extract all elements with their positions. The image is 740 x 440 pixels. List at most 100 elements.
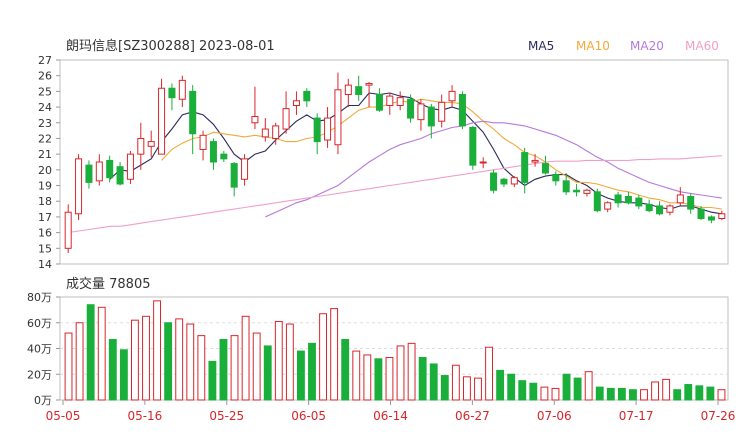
volume-bar	[308, 342, 316, 401]
price-tick-label: 16	[38, 227, 52, 240]
candle-body	[75, 158, 83, 215]
candle-body	[438, 101, 446, 122]
candle-body	[220, 153, 228, 160]
candle-body	[417, 103, 425, 121]
volume-bar	[297, 350, 305, 401]
volume-bar	[142, 315, 150, 401]
candle-body	[106, 159, 114, 179]
volume-tick-label: 80万	[27, 291, 52, 304]
candle-body	[199, 134, 207, 150]
date-tick-label: 07-26	[701, 409, 736, 423]
candle-body	[282, 108, 290, 130]
date-tick-label: 07-17	[619, 409, 654, 423]
candle-body	[583, 189, 591, 194]
price-tick-label: 17	[38, 211, 52, 224]
ma-line-ma60	[68, 155, 722, 234]
candle-body	[209, 141, 217, 163]
volume-bar	[418, 357, 427, 401]
candle-body	[324, 117, 332, 141]
volume-bar	[197, 335, 206, 401]
candle-body	[593, 191, 601, 212]
legend-ma60: MA60	[685, 39, 719, 53]
volume-bar	[463, 376, 471, 401]
candle-body	[137, 137, 145, 155]
candle-body	[479, 161, 487, 164]
volume-bar	[629, 389, 637, 401]
volume-bar	[429, 363, 438, 401]
volume-bar	[673, 389, 682, 401]
candle-body	[189, 90, 197, 135]
price-tick-label: 18	[38, 195, 52, 208]
candle-body	[531, 159, 539, 163]
candle-body	[313, 117, 321, 143]
volume-bar	[285, 323, 294, 401]
candle-body	[635, 197, 643, 207]
candle-body	[666, 205, 674, 213]
volume-bar	[529, 382, 538, 401]
price-tick-label: 20	[38, 164, 52, 177]
volume-bar	[108, 338, 117, 401]
candle-body	[303, 90, 311, 102]
price-tick-label: 22	[38, 132, 52, 145]
price-tick-label: 24	[38, 101, 52, 114]
candle-body	[573, 189, 581, 193]
stock-chart: 朗玛信息[SZ300288] 2023-08-01 MA5 MA10 MA20 MA6…	[27, 38, 736, 423]
price-chart-title: 朗玛信息[SZ300288] 2023-08-01	[66, 38, 275, 54]
candle-body	[510, 177, 518, 185]
ma-line-ma5	[109, 92, 722, 215]
volume-bar	[352, 350, 361, 401]
candle-body	[645, 203, 653, 212]
candle-body	[604, 202, 612, 210]
volume-bar	[208, 360, 217, 401]
date-tick-label: 06-14	[373, 409, 408, 423]
price-tick-label: 15	[38, 242, 52, 255]
candle-body	[500, 178, 508, 185]
volume-bar	[684, 384, 693, 401]
volume-bars	[64, 300, 726, 401]
volume-bar	[562, 373, 571, 401]
candle-body	[458, 94, 466, 127]
candle-body	[126, 153, 134, 180]
candle-body	[676, 194, 684, 204]
volume-bar	[551, 387, 560, 401]
candle-body	[365, 83, 373, 86]
candle-body	[386, 95, 394, 107]
volume-bar	[507, 373, 516, 401]
price-axis-ticks: 27 26 25 24 23 22 21 20 19 18 17 16 15 14	[38, 54, 60, 271]
price-tick-label: 19	[38, 180, 52, 193]
volume-bar	[485, 346, 493, 401]
volume-bar	[584, 371, 593, 401]
volume-bar	[440, 375, 449, 401]
candle-body	[718, 213, 726, 219]
volume-bar	[451, 364, 460, 401]
price-tick-label: 14	[38, 258, 52, 271]
candle-body	[158, 87, 166, 155]
candle-body	[469, 126, 477, 166]
price-tick-label: 21	[38, 148, 52, 161]
price-tick-label: 25	[38, 85, 52, 98]
volume-bar	[175, 318, 184, 401]
volume-tick-label: 40万	[27, 343, 52, 356]
date-axis-ticks: 05-05 05-16 05-25 06-05 06-14 06-27 07-06 07-17…	[46, 400, 736, 423]
volume-bar	[640, 389, 648, 401]
date-tick-label: 06-27	[455, 409, 490, 423]
candle-body	[344, 84, 352, 96]
volume-bar	[119, 349, 128, 401]
volume-axis-ticks: 80万 60万 40万 20万 0万	[27, 291, 60, 407]
volume-bar	[164, 322, 173, 401]
moving-average-lines	[68, 92, 722, 234]
volume-bar	[86, 304, 95, 401]
volume-bar	[64, 332, 73, 401]
volume-bar	[518, 380, 527, 401]
date-tick-label: 05-16	[127, 409, 162, 423]
volume-bar	[186, 323, 195, 401]
volume-bar	[252, 332, 261, 401]
volume-bar	[75, 322, 84, 401]
candle-body	[375, 94, 383, 111]
candle-body	[95, 161, 103, 182]
volume-bar	[241, 315, 250, 401]
volume-bar	[330, 308, 339, 401]
legend: MA5 MA10 MA20 MA60	[528, 39, 719, 53]
price-tick-label: 23	[38, 117, 52, 130]
candle-body	[448, 90, 456, 102]
